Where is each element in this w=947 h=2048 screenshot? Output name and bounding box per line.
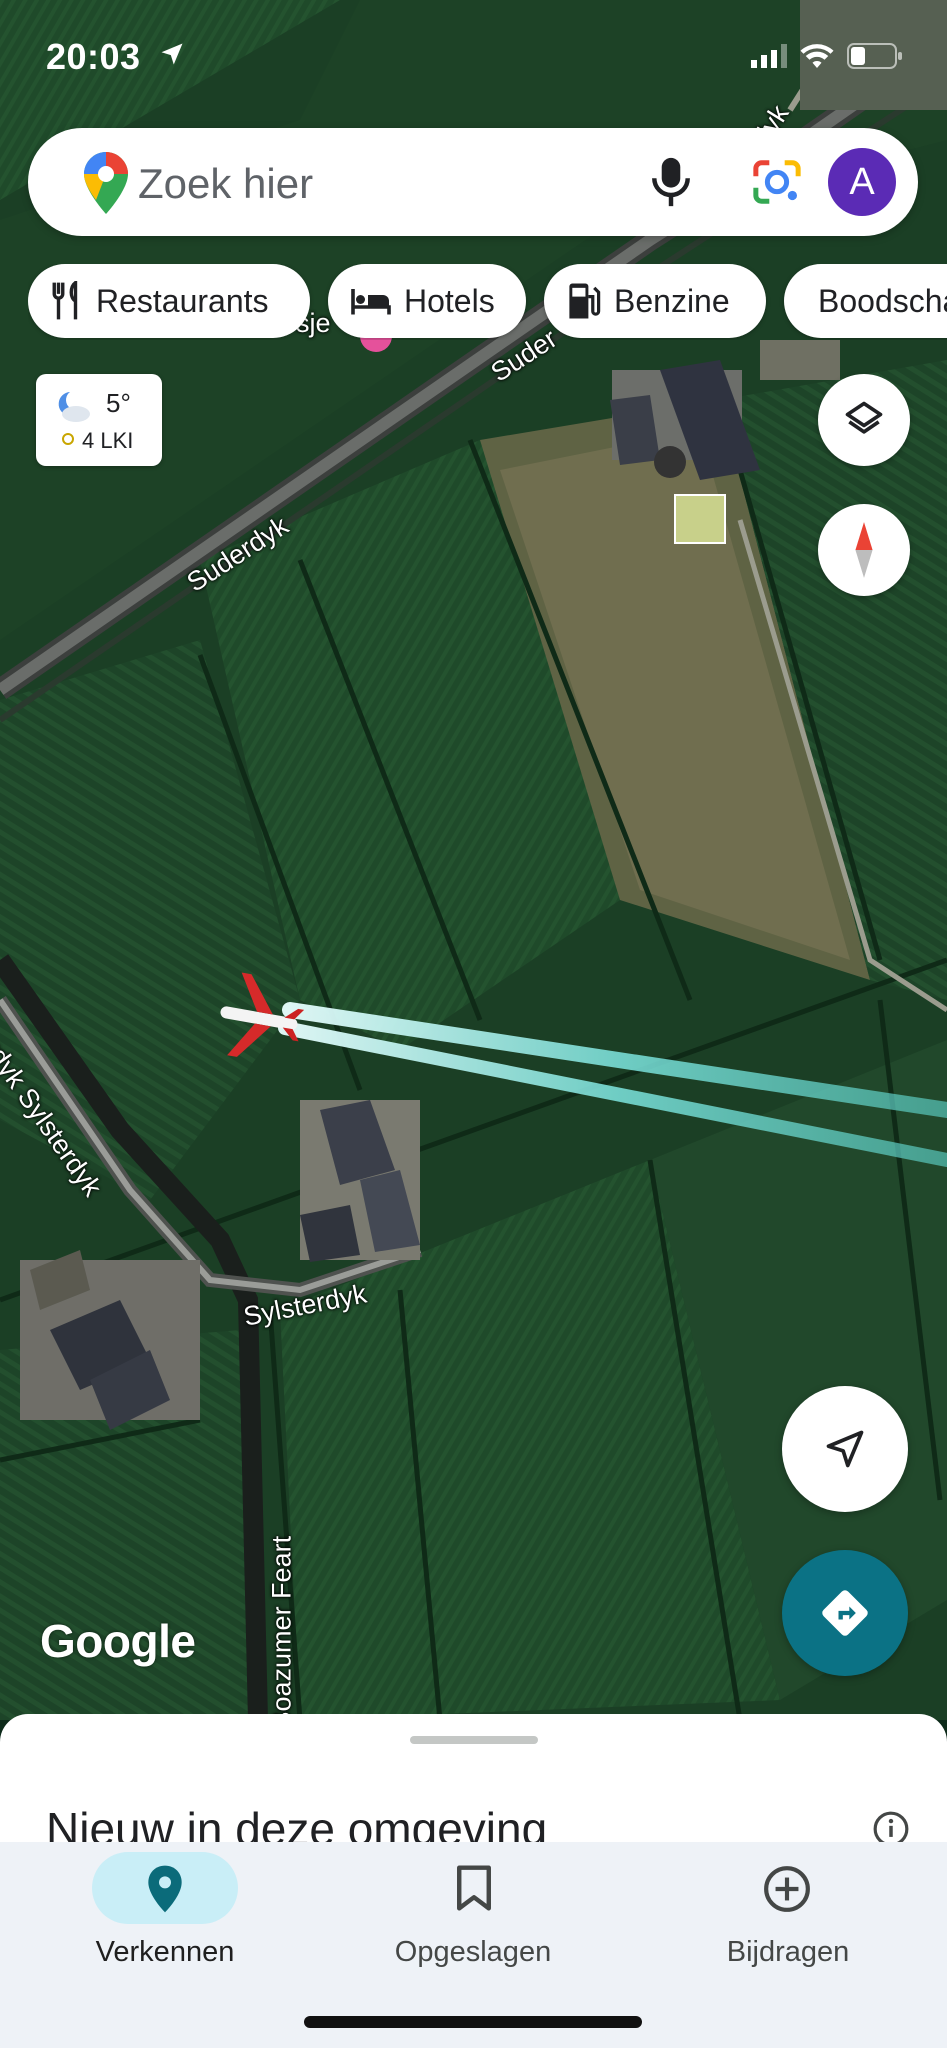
chip-label: Hotels	[404, 282, 495, 319]
nav-label-explore: Verkennen	[95, 1936, 235, 1968]
account-avatar[interactable]: A	[828, 148, 896, 216]
my-location-button[interactable]	[782, 1386, 908, 1512]
chip-label: Boodschappen	[818, 282, 947, 319]
search-bar[interactable]: Zoek hier A	[28, 128, 918, 236]
navigation-arrow-icon	[826, 1430, 864, 1468]
nav-saved[interactable]: Opgeslagen	[323, 1842, 623, 2022]
chip-label: Restaurants	[96, 282, 269, 319]
gas-station-icon	[569, 283, 601, 319]
category-chips: Restaurants Hotels Benzine Boodschappen	[28, 264, 947, 340]
weather-widget[interactable]: 5° 4 LKI	[36, 374, 162, 466]
status-bar: 20:03	[0, 0, 947, 110]
cellular-signal-icon	[751, 44, 787, 68]
explore-pin-icon	[148, 1865, 182, 1913]
home-indicator[interactable]	[304, 2016, 642, 2028]
status-time: 20:03	[46, 36, 141, 77]
hotel-icon	[351, 289, 391, 315]
sheet-drag-handle[interactable]	[410, 1736, 538, 1744]
air-quality-indicator	[62, 433, 74, 445]
canal-label-boazumer-feart: Boazumer Feart	[266, 1535, 297, 1720]
nav-label-contribute: Bijdragen	[726, 1936, 850, 1968]
wifi-icon	[800, 44, 834, 68]
chip-label: Benzine	[614, 282, 730, 319]
add-circle-icon	[764, 1866, 810, 1912]
bookmark-icon	[457, 1865, 491, 1911]
directions-button[interactable]	[782, 1550, 908, 1676]
chip-gas[interactable]: Benzine	[544, 264, 766, 338]
map-view[interactable]: Suderdyk Suder rdyk Sylsterdyk Sylsterdy…	[0, 0, 947, 1720]
chip-restaurants[interactable]: Restaurants	[28, 264, 310, 338]
compass-button[interactable]	[818, 504, 910, 596]
microphone-icon[interactable]	[648, 156, 694, 208]
chip-hotels[interactable]: Hotels	[328, 264, 526, 338]
nav-contribute[interactable]: Bijdragen	[638, 1842, 938, 2022]
restaurant-icon	[52, 281, 78, 320]
directions-icon	[822, 1590, 868, 1636]
layers-icon	[845, 401, 883, 434]
nav-label-saved: Opgeslagen	[394, 1936, 552, 1968]
location-services-icon	[161, 43, 183, 65]
google-lens-icon[interactable]	[752, 158, 802, 206]
air-quality: 4 LKI	[82, 428, 134, 453]
compass-icon	[855, 522, 873, 578]
moon-cloud-icon	[58, 392, 90, 422]
chip-groceries[interactable]: Boodschappen	[784, 264, 947, 338]
battery-icon	[847, 43, 902, 69]
google-maps-logo-icon	[84, 152, 128, 214]
google-logo: Google	[40, 1615, 196, 1667]
temperature: 5°	[106, 388, 131, 418]
search-input[interactable]: Zoek hier	[138, 160, 313, 208]
layers-button[interactable]	[818, 374, 910, 466]
nav-explore[interactable]: Verkennen	[8, 1842, 308, 2022]
